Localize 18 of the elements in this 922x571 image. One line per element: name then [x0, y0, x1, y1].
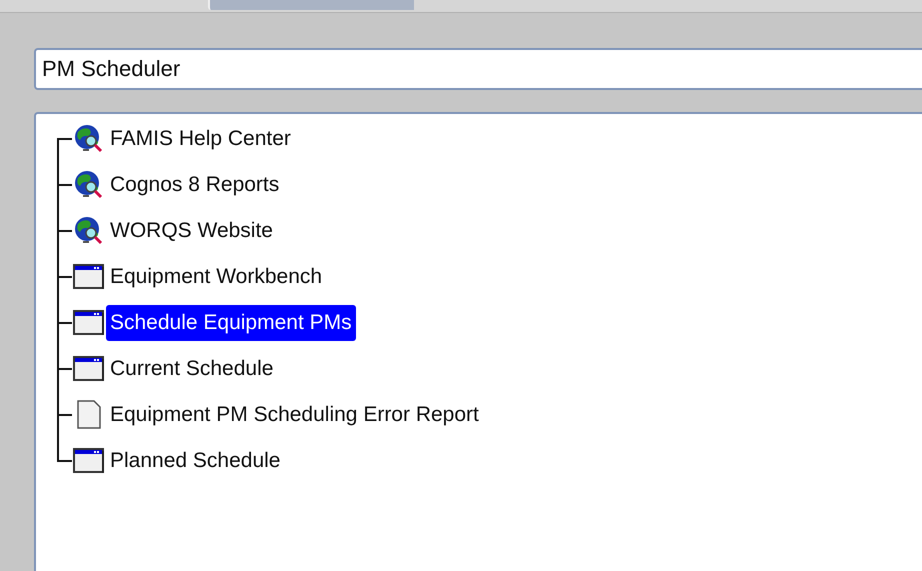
title-field[interactable]: PM Scheduler	[34, 48, 922, 90]
tab[interactable]	[208, 0, 414, 10]
tree-item[interactable]: Cognos 8 Reports	[106, 167, 284, 203]
window-icon	[73, 448, 105, 474]
window-icon	[73, 264, 105, 290]
globe-icon	[73, 170, 105, 200]
tree-item[interactable]: Schedule Equipment PMs	[106, 305, 356, 341]
window-icon	[73, 310, 105, 336]
tree-item[interactable]: Equipment Workbench	[106, 259, 326, 295]
tree-item[interactable]: Planned Schedule	[106, 443, 284, 479]
globe-icon	[73, 124, 105, 154]
document-icon	[75, 400, 103, 430]
window-icon	[73, 356, 105, 382]
tree-item[interactable]: Current Schedule	[106, 351, 278, 387]
globe-icon	[73, 216, 105, 246]
tree-item[interactable]: FAMIS Help Center	[106, 121, 295, 157]
tree-item[interactable]: WORQS Website	[106, 213, 277, 249]
tree-item[interactable]: Equipment PM Scheduling Error Report	[106, 397, 483, 433]
